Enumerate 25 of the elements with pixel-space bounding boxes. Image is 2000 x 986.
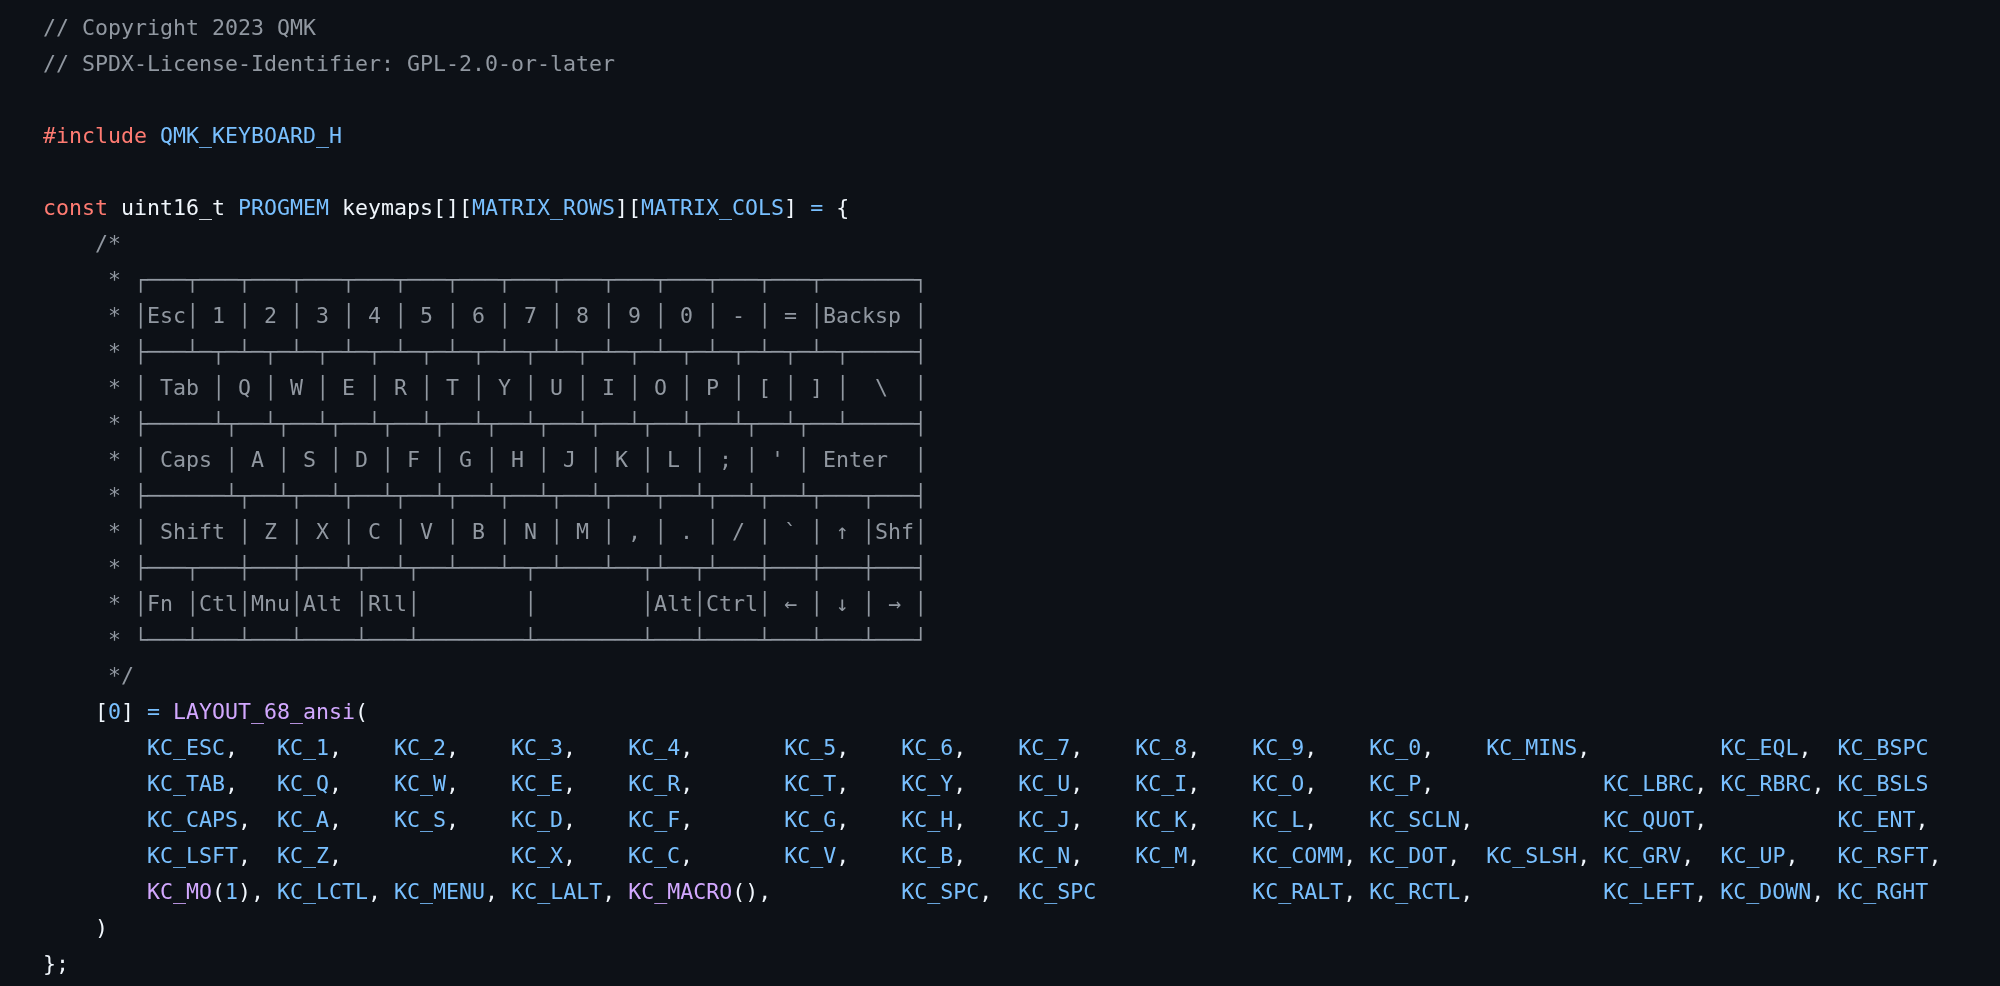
code-line: ) bbox=[94, 914, 108, 942]
code-line: * │Fn │Ctl│Mnu│Alt │Rll│ │ │Alt│Ctrl│ ← │ ↓ │ → │ bbox=[107, 590, 928, 619]
code-line: * ├─────┴┬──┴┬──┴┬──┴┬──┴┬──┴┬──┴┬──┴┬──┴┬──┴┬──┴┬──┴┬──┴─────┤ bbox=[107, 410, 928, 439]
code-line: * │ Shift │ Z │ X │ C │ V │ B │ N │ M │ , │ . │ / │ ` │ ↑ │Shf│ bbox=[107, 518, 928, 547]
code-line: // Copyright 2023 QMK bbox=[43, 14, 316, 42]
code-line: // SPDX-License-Identifier: GPL-2.0-or-later bbox=[43, 50, 616, 78]
code-line: * ├───┬───┼───┼───┴┬──┴┬──┴───┴─┬─┴───┴──┬┴──┬┴───┼───┼───┼───┤ bbox=[107, 554, 928, 583]
code-line: * ├──────┴┬──┴┬──┴┬──┴┬──┴┬──┴┬──┴┬──┴┬──┴┬──┴┬──┴┬──┴┬───┬───┤ bbox=[107, 482, 928, 511]
code-line: KC_TAB, KC_Q, KC_W, KC_E, KC_R, KC_T, KC_Y, KC_U, KC_I, KC_O, KC_P, KC_LBRC, KC_RBRC, KC_BSLS bbox=[146, 770, 1929, 798]
code-line: const uint16_t PROGMEM keymaps[][MATRIX_ROWS][MATRIX_COLS] = { bbox=[43, 194, 850, 222]
code-line: KC_CAPS, KC_A, KC_S, KC_D, KC_F, KC_G, KC_H, KC_J, KC_K, KC_L, KC_SCLN, KC_QUOT, KC_ENT, bbox=[146, 806, 1929, 834]
code-line: * │ Caps │ A │ S │ D │ F │ G │ H │ J │ K │ L │ ; │ ' │ Enter │ bbox=[107, 446, 928, 475]
code-line: * │ Tab │ Q │ W │ E │ R │ T │ Y │ U │ I │ O │ P │ [ │ ] │ \ │ bbox=[107, 374, 928, 403]
code-line: }; bbox=[43, 950, 69, 978]
code-line: * ├───┴─┬─┴─┬─┴─┬─┴─┬─┴─┬─┴─┬─┴─┬─┴─┬─┴─┬─┴─┬─┴─┬─┴─┬─┴─┬─────┤ bbox=[107, 338, 928, 367]
code-line: KC_MO(1), KC_LCTL, KC_MENU, KC_LALT, KC_MACRO(), KC_SPC, KC_SPC KC_RALT, KC_RCTL, KC_LEFT, KC_DOWN, KC_RGHT bbox=[146, 878, 1929, 906]
code-line: */ bbox=[107, 662, 134, 690]
code-line: * └───┴───┴───┴────┴───┴────────┴────────┴───┴────┴───┴───┴───┘ bbox=[107, 626, 928, 654]
code-line: KC_ESC, KC_1, KC_2, KC_3, KC_4, KC_5, KC_6, KC_7, KC_8, KC_9, KC_0, KC_MINS, KC_EQL, KC_BSPC bbox=[146, 734, 1929, 762]
code-line: [0] = LAYOUT_68_ansi( bbox=[94, 698, 369, 726]
code-line: /* bbox=[94, 230, 121, 258]
code-line: * ┌───┬───┬───┬───┬───┬───┬───┬───┬───┬───┬───┬───┬───┬───────┐ bbox=[107, 266, 928, 295]
code-line: KC_LSFT, KC_Z, KC_X, KC_C, KC_V, KC_B, KC_N, KC_M, KC_COMM, KC_DOT, KC_SLSH, KC_GRV, KC_UP, KC_RSFT, bbox=[146, 842, 1942, 870]
code-line: * │Esc│ 1 │ 2 │ 3 │ 4 │ 5 │ 6 │ 7 │ 8 │ 9 │ 0 │ - │ = │Backsp │ bbox=[107, 302, 928, 331]
code-line: #include QMK_KEYBOARD_H bbox=[43, 122, 343, 150]
